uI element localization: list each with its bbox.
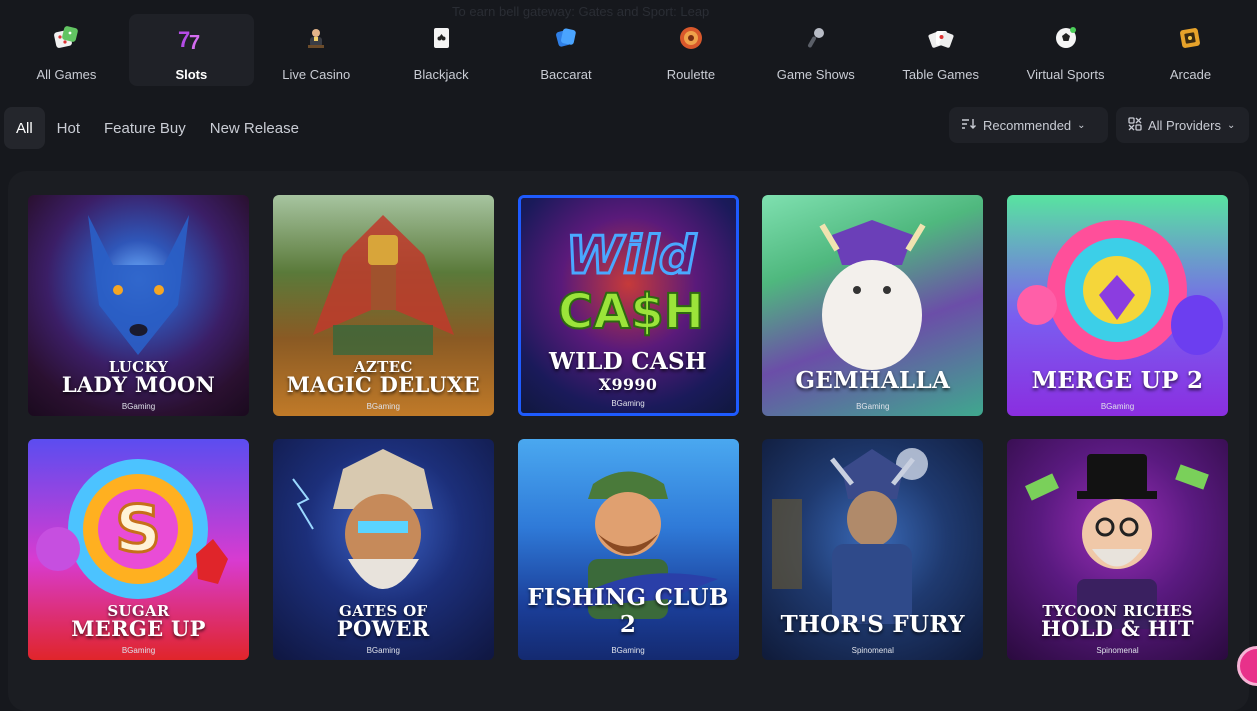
category-game-shows[interactable]: Game Shows bbox=[753, 14, 878, 86]
game-card-merge-up-2[interactable]: MERGE UP 2 BGaming bbox=[1007, 195, 1228, 416]
game-card-gemhalla[interactable]: GEMHALLA BGaming bbox=[762, 195, 984, 416]
category-label: Roulette bbox=[666, 67, 716, 82]
category-all-games[interactable]: All Games bbox=[4, 14, 129, 86]
game-provider: BGaming bbox=[611, 646, 645, 655]
category-label: Baccarat bbox=[540, 67, 592, 82]
game-title: GEMHALLA bbox=[795, 367, 951, 394]
game-provider: BGaming bbox=[366, 402, 400, 411]
category-label: Table Games bbox=[902, 67, 979, 82]
svg-text:CA$H: CA$H bbox=[558, 284, 704, 340]
category-arcade[interactable]: Arcade bbox=[1128, 14, 1253, 86]
slot-sevens-icon: 77 bbox=[176, 23, 206, 53]
dice-icon bbox=[51, 23, 81, 53]
providers-dropdown[interactable]: All Providers ⌄ bbox=[1116, 107, 1249, 143]
game-card-wild-cash[interactable]: Wild CA$H WILD CASH X9990 BGaming bbox=[517, 195, 739, 416]
category-bar: All Games 77 Slots Live Casino Blackjack… bbox=[4, 14, 1253, 86]
chevron-down-icon: ⌄ bbox=[1226, 119, 1236, 131]
category-live-casino[interactable]: Live Casino bbox=[254, 14, 379, 86]
svg-text:7: 7 bbox=[189, 32, 200, 52]
game-provider: BGaming bbox=[1100, 402, 1135, 411]
game-provider: Spinomenal bbox=[851, 646, 894, 655]
game-card-aztec-magic-deluxe[interactable]: AZTEC MAGIC DELUXE BGaming bbox=[272, 195, 494, 416]
game-provider: BGaming bbox=[366, 646, 400, 655]
filter-new-release[interactable]: New Release bbox=[198, 107, 311, 149]
game-provider: BGaming bbox=[856, 402, 890, 411]
card-fan-icon bbox=[926, 23, 956, 53]
game-provider: Spinomenal bbox=[1096, 646, 1139, 655]
soccer-ball-icon bbox=[1051, 23, 1081, 53]
category-label: Slots bbox=[175, 67, 208, 82]
game-title-line1: WILD CASH bbox=[549, 348, 707, 375]
game-provider: BGaming bbox=[611, 399, 645, 408]
game-card-lucky-lady-moon[interactable]: LUCKY LADY MOON BGaming bbox=[28, 195, 249, 416]
category-virtual-sports[interactable]: Virtual Sports bbox=[1003, 14, 1128, 86]
filter-tabs: All Hot Feature Buy New Release bbox=[4, 107, 311, 149]
dealer-icon bbox=[301, 23, 331, 53]
game-title: FISHING CLUB 2 bbox=[527, 584, 729, 638]
playing-card-icon bbox=[426, 23, 456, 53]
game-title-line2: MERGE UP bbox=[71, 616, 206, 641]
game-grid: LUCKY LADY MOON BGaming AZTEC MAGIC DELU… bbox=[28, 195, 1228, 660]
category-label: Virtual Sports bbox=[1026, 67, 1105, 82]
sort-icon bbox=[961, 118, 977, 133]
game-card-fishing-club-2[interactable]: FISHING CLUB 2 BGaming bbox=[517, 439, 739, 660]
providers-label: All Providers bbox=[1148, 117, 1221, 133]
roulette-wheel-icon bbox=[676, 23, 706, 53]
game-title-line2: HOLD & HIT bbox=[1041, 616, 1194, 641]
game-title-line2: LADY MOON bbox=[61, 372, 216, 397]
category-blackjack[interactable]: Blackjack bbox=[379, 14, 504, 86]
baccarat-cards-icon bbox=[551, 23, 581, 53]
game-title: THOR'S FURY bbox=[780, 611, 965, 638]
category-table-games[interactable]: Table Games bbox=[878, 14, 1003, 86]
category-label: Live Casino bbox=[282, 67, 351, 82]
game-card-tycoon-riches[interactable]: TYCOON RICHES HOLD & HIT Spinomenal bbox=[1007, 439, 1228, 660]
category-baccarat[interactable]: Baccarat bbox=[504, 14, 629, 86]
microphone-icon bbox=[801, 23, 831, 53]
game-card-sugar-merge-up[interactable]: S SUGAR MERGE UP BGaming bbox=[28, 439, 249, 660]
game-title-line2: POWER bbox=[336, 616, 430, 641]
filter-all[interactable]: All bbox=[4, 107, 45, 149]
providers-icon bbox=[1128, 116, 1142, 134]
category-label: Blackjack bbox=[413, 67, 469, 82]
svg-text:Wild: Wild bbox=[565, 226, 696, 286]
sort-dropdown[interactable]: Recommended ⌄ bbox=[949, 107, 1108, 143]
game-title-line2: MAGIC DELUXE bbox=[286, 372, 480, 397]
category-label: Arcade bbox=[1169, 67, 1212, 82]
filter-feature-buy[interactable]: Feature Buy bbox=[92, 107, 198, 149]
category-label: Game Shows bbox=[776, 67, 855, 82]
category-label: All Games bbox=[36, 67, 97, 82]
game-provider: BGaming bbox=[121, 646, 156, 655]
category-slots[interactable]: 77 Slots bbox=[128, 14, 254, 86]
game-title-line2: X9990 bbox=[598, 375, 658, 394]
game-provider: BGaming bbox=[121, 402, 156, 411]
category-roulette[interactable]: Roulette bbox=[628, 14, 753, 86]
chevron-down-icon: ⌄ bbox=[1077, 119, 1086, 131]
filter-hot[interactable]: Hot bbox=[45, 107, 92, 149]
game-card-gates-of-power[interactable]: GATES OF POWER BGaming bbox=[272, 439, 494, 660]
game-title: MERGE UP 2 bbox=[1031, 367, 1204, 394]
svg-text:S: S bbox=[115, 493, 161, 567]
sort-label: Recommended bbox=[983, 117, 1072, 133]
game-card-thors-fury[interactable]: THOR'S FURY Spinomenal bbox=[762, 439, 984, 660]
arcade-cube-icon bbox=[1175, 23, 1205, 53]
